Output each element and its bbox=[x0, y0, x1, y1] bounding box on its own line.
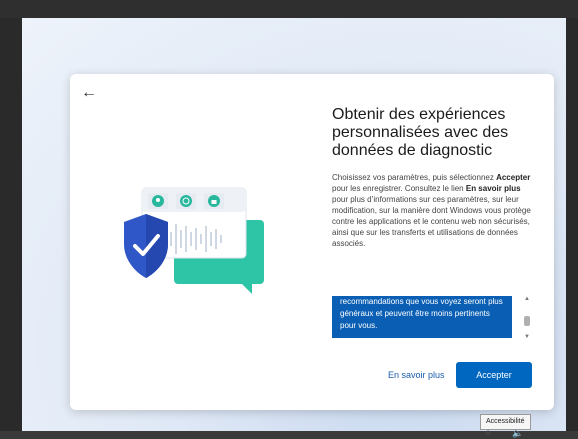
description-text-2: pour les enregistrer. Consultez le lien bbox=[332, 184, 466, 193]
fingerprint-icon bbox=[180, 195, 192, 207]
description-learn-more-word: En savoir plus bbox=[465, 184, 521, 193]
oobe-background: ← Obtenir des expériences personnalisées… bbox=[22, 18, 566, 438]
scrollbar-thumb[interactable] bbox=[524, 316, 530, 326]
chat-bubble-tail bbox=[240, 282, 252, 294]
dialog-description: Choisissez vos paramètres, puis sélectio… bbox=[332, 172, 538, 249]
description-text-3: pour plus d’informations sur ces paramèt… bbox=[332, 195, 531, 248]
window-right-border bbox=[566, 18, 578, 431]
settings-scrollbar[interactable]: ▲ ▼ bbox=[522, 296, 532, 340]
accessibility-icon[interactable]: ★ bbox=[484, 428, 492, 439]
accept-button[interactable]: Accepter bbox=[456, 362, 532, 388]
learn-more-link[interactable]: En savoir plus bbox=[388, 370, 445, 380]
privacy-dialog: ← Obtenir des expériences personnalisées… bbox=[70, 74, 554, 410]
location-icon-dot bbox=[156, 198, 160, 202]
description-accept-word: Accepter bbox=[496, 173, 531, 182]
settings-scroll-region[interactable]: recommandations que vous voyez seront pl… bbox=[332, 296, 512, 338]
scroll-down-icon[interactable]: ▼ bbox=[523, 334, 531, 340]
description-text-1: Choisissez vos paramètres, puis sélectio… bbox=[332, 173, 497, 182]
scroll-up-icon[interactable]: ▲ bbox=[523, 296, 531, 302]
speaker-icon[interactable]: 🔈 bbox=[512, 428, 523, 439]
window-left-border bbox=[0, 18, 22, 431]
lock-icon-body bbox=[211, 200, 217, 204]
dialog-title: Obtenir des expériences personnalisées a… bbox=[332, 106, 509, 159]
diagnostic-illustration bbox=[124, 187, 264, 294]
arrow-left-icon[interactable]: ← bbox=[80, 84, 98, 102]
window-top-bar bbox=[0, 0, 578, 18]
